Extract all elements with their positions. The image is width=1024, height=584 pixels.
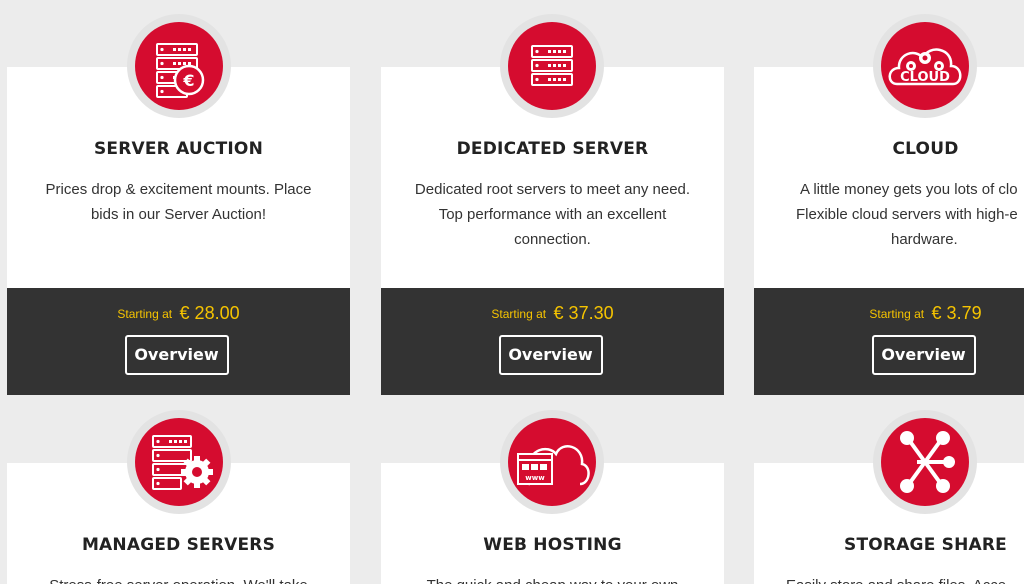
card-title: MANAGED SERVERS <box>81 535 276 555</box>
card-footer: Starting at € 28.00 Overview <box>7 288 350 395</box>
desc-line: hardware. <box>891 231 958 248</box>
cloud-gears-icon-svg <box>888 48 962 86</box>
card-footer: Starting at € 37.30 Overview <box>381 288 724 395</box>
desc-line: Stress-free server operation. We'll take <box>29 573 328 584</box>
server-auction-icon: € <box>127 14 231 118</box>
overview-button[interactable]: Overview <box>871 335 976 375</box>
card-title: WEB HOSTING <box>483 535 622 555</box>
overview-button[interactable]: Overview <box>124 335 229 375</box>
price-label: Starting at <box>117 307 173 321</box>
dedicated-server-icon-svg <box>531 45 573 86</box>
web-hosting-cloud-icon-svg: www <box>517 445 590 486</box>
card-description: The quick and cheap way to your own <box>403 573 702 584</box>
card-description: Stress-free server operation. We'll take <box>29 573 328 584</box>
desc-line: bids in our Server Auction! <box>90 206 267 223</box>
price: Starting at € 3.79 <box>754 303 1024 324</box>
card-title: CLOUD <box>892 139 959 159</box>
desc-line: connection. <box>514 231 591 248</box>
web-hosting-cloud-icon: www <box>500 410 604 514</box>
storage-share-icon <box>873 410 977 514</box>
price-label: Starting at <box>869 307 925 321</box>
card-title: SERVER AUCTION <box>93 139 264 159</box>
desc-line: Flexible cloud servers with high-e <box>796 206 1018 223</box>
desc-line: Prices drop & excitement mounts. Place <box>45 181 312 198</box>
svg-text:www: www <box>525 474 545 482</box>
card-footer: Starting at € 3.79 Overview <box>754 288 1024 395</box>
card-description: Dedicated root servers to meet any need.… <box>403 177 702 252</box>
price-amount: € 28.00 <box>179 303 240 323</box>
storage-share-icon-svg <box>900 431 955 493</box>
desc-line: A little money gets you lots of clo <box>800 181 1018 198</box>
card-description: Prices drop & excitement mounts. Place b… <box>29 177 328 227</box>
price-amount: € 37.30 <box>553 303 614 323</box>
cloud-gears-icon: CLOUD <box>873 14 977 118</box>
cloud-icon-text: CLOUD <box>900 70 950 85</box>
card-title: DEDICATED SERVER <box>456 139 649 159</box>
price-amount: € 3.79 <box>931 303 982 323</box>
card-description: Easily store and share files. Acce <box>786 573 1024 584</box>
managed-server-gear-icon <box>127 410 231 514</box>
desc-line: The quick and cheap way to your own <box>403 573 702 584</box>
dedicated-server-icon <box>500 14 604 118</box>
card-title: STORAGE SHARE <box>844 535 1007 555</box>
svg-text:€: € <box>182 71 194 90</box>
card-description: A little money gets you lots of clo Flex… <box>776 177 1024 252</box>
desc-line: Dedicated root servers to meet any need. <box>414 181 691 198</box>
desc-line: Easily store and share files. Acce <box>786 573 1024 584</box>
overview-button[interactable]: Overview <box>498 335 603 375</box>
price-label: Starting at <box>491 307 547 321</box>
price: Starting at € 37.30 <box>381 303 724 324</box>
managed-server-gear-icon-svg <box>152 435 213 490</box>
price: Starting at € 28.00 <box>7 303 350 324</box>
server-auction-icon-svg: € <box>156 43 205 98</box>
desc-line: Top performance with an excellent <box>438 206 667 223</box>
